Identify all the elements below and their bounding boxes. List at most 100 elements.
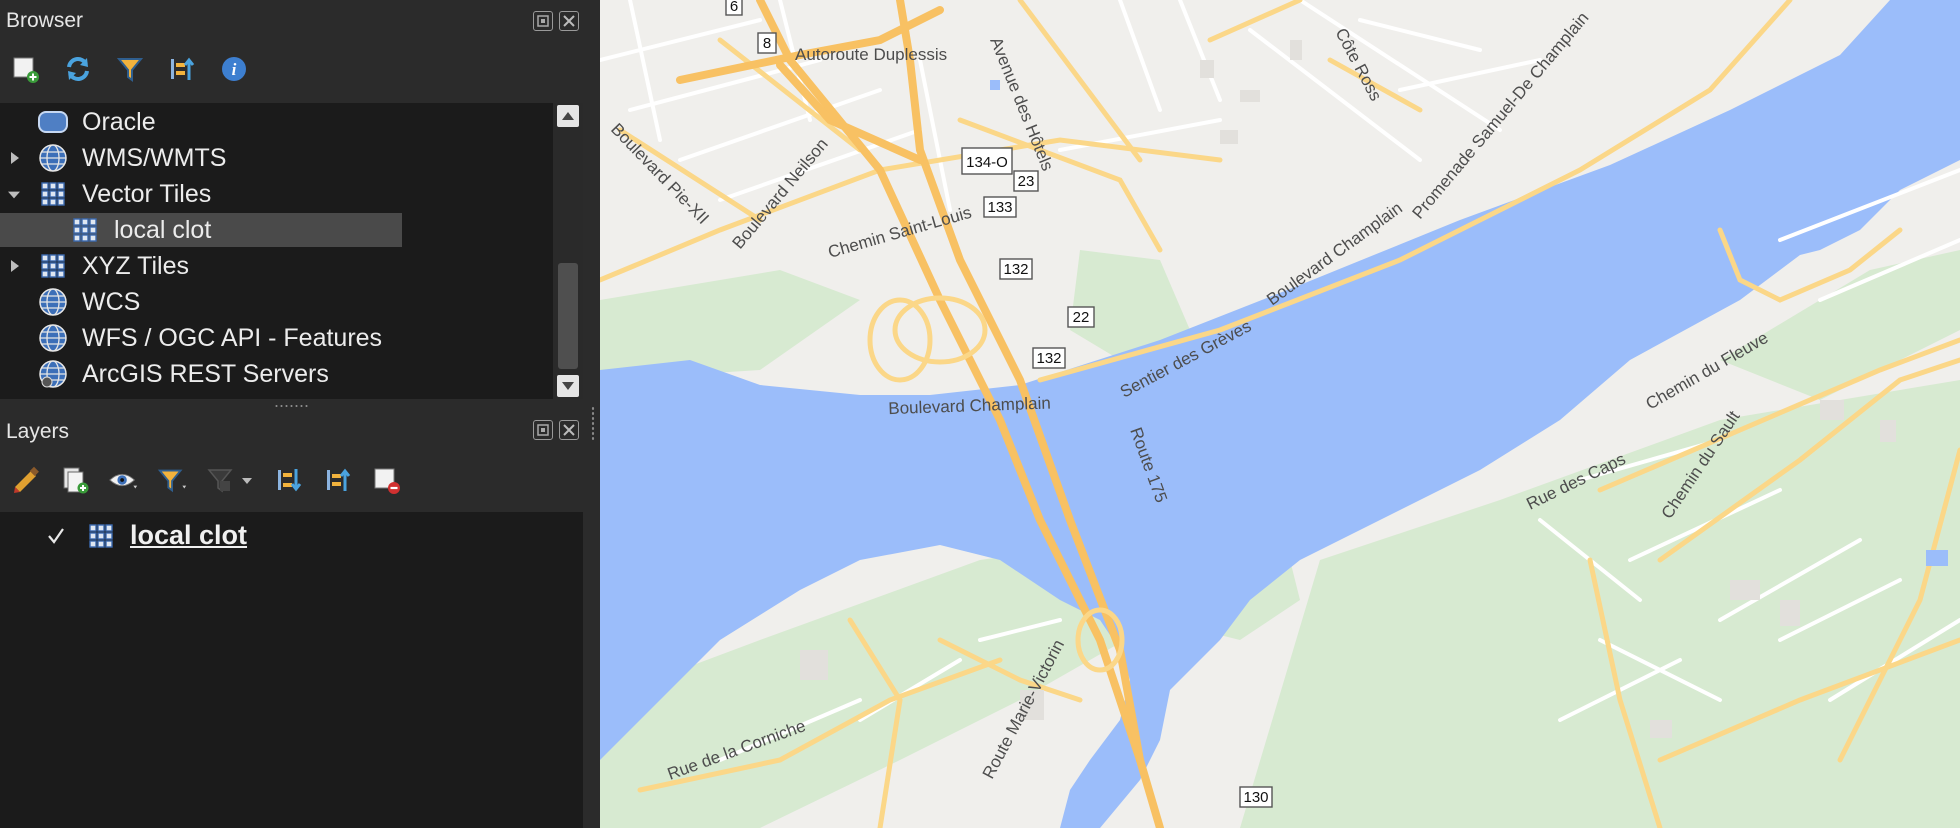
svg-text:22: 22 — [1073, 309, 1090, 326]
browser-item-label: WMS/WMTS — [82, 143, 227, 172]
database-icon — [38, 107, 68, 137]
browser-panel-title: Browser — [6, 9, 84, 32]
expand-all-icon — [278, 469, 302, 492]
collapse-all-icon — [327, 468, 351, 491]
properties-button[interactable]: i — [218, 53, 250, 85]
svg-text:133: 133 — [987, 199, 1012, 216]
browser-tree: Oracle WMS/WMTS Vector Tiles local clot … — [0, 103, 583, 399]
collapse-all-layers-button[interactable] — [322, 464, 354, 496]
route-shield-134-o: 134-O — [961, 147, 1013, 175]
browser-item-arcgis[interactable]: ArcGIS REST Servers — [0, 356, 560, 392]
browser-float-button[interactable] — [533, 11, 553, 31]
add-layer-button[interactable] — [10, 53, 42, 85]
expand-arrow-icon[interactable] — [9, 260, 21, 272]
svg-text:132: 132 — [1036, 350, 1061, 367]
svg-text:6: 6 — [730, 0, 738, 15]
remove-layer-icon — [374, 468, 400, 494]
add-layer-icon — [13, 57, 39, 83]
left-dock: Browser i Oracle WMS/WMTS Vector Tiles l… — [0, 0, 600, 828]
globe-icon — [38, 287, 68, 317]
layers-toolbar — [10, 464, 403, 496]
route-shield-133: 133 — [983, 196, 1017, 218]
resize-grip — [591, 406, 595, 440]
browser-item-oracle[interactable]: Oracle — [0, 104, 560, 140]
browser-close-button[interactable] — [559, 11, 579, 31]
grid-icon — [38, 179, 68, 209]
browser-item-xyz-tiles[interactable]: XYZ Tiles — [0, 248, 560, 284]
globe-icon — [38, 359, 68, 389]
expression-filter-icon — [207, 469, 252, 493]
layer-label: local clot — [130, 520, 248, 550]
close-icon — [563, 15, 575, 27]
svg-text:132: 132 — [1003, 261, 1028, 278]
route-shield-6: 6 — [725, 0, 743, 16]
browser-item-label: Oracle — [82, 107, 156, 136]
collapse-arrow-icon[interactable] — [8, 189, 20, 201]
filter-button[interactable] — [114, 53, 146, 85]
browser-item-label: local clot — [114, 215, 212, 244]
browser-item-label: WFS / OGC API - Features — [82, 323, 383, 352]
map-canvas[interactable]: Autoroute Duplessis Avenue des Hôtels Cô… — [600, 0, 1960, 828]
map-tiles: Autoroute Duplessis Avenue des Hôtels Cô… — [600, 0, 1960, 828]
layers-panel-title: Layers — [6, 420, 70, 443]
add-group-icon — [63, 467, 89, 494]
browser-item-wfs[interactable]: WFS / OGC API - Features — [0, 320, 560, 356]
layers-tree: local clot — [0, 512, 583, 828]
layers-close-button[interactable] — [559, 420, 579, 440]
filter-legend-icon — [157, 469, 187, 493]
info-icon: i — [222, 57, 246, 81]
browser-item-wms-wmts[interactable]: WMS/WMTS — [0, 140, 560, 176]
browser-item-wcs[interactable]: WCS — [0, 284, 560, 320]
browser-item-label: WCS — [82, 287, 141, 316]
route-shield-8: 8 — [757, 32, 777, 54]
collapse-all-icon — [171, 57, 195, 80]
globe-icon — [38, 143, 68, 173]
browser-item-vector-tiles[interactable]: Vector Tiles — [0, 176, 560, 212]
scroll-thumb[interactable] — [558, 263, 578, 369]
grid-icon — [86, 521, 116, 551]
browser-item-local-clot[interactable]: local clot — [0, 212, 560, 248]
collapse-all-button[interactable] — [166, 53, 198, 85]
panel-splitter[interactable] — [0, 399, 600, 415]
street-label-autoroute-duplessis: Autoroute Duplessis — [795, 45, 947, 64]
browser-scrollbar[interactable] — [553, 103, 583, 399]
chevron-down-icon — [562, 382, 574, 390]
browser-item-label: Vector Tiles — [82, 179, 212, 208]
add-group-button[interactable] — [59, 464, 91, 496]
filter-icon — [116, 58, 144, 82]
route-shield-132: 132 — [999, 258, 1033, 280]
float-icon — [537, 424, 549, 436]
expression-filter-button[interactable] — [206, 464, 256, 496]
svg-text:130: 130 — [1243, 789, 1268, 806]
float-icon — [537, 15, 549, 27]
visibility-eye-icon — [109, 473, 138, 489]
scroll-up-button[interactable] — [557, 105, 579, 127]
layer-item-local-clot[interactable]: local clot — [0, 516, 583, 556]
grid-icon — [38, 251, 68, 281]
remove-layer-button[interactable] — [371, 464, 403, 496]
svg-text:134-O: 134-O — [966, 154, 1008, 171]
route-shield-22: 22 — [1067, 306, 1095, 328]
pond — [1926, 550, 1948, 566]
layers-float-button[interactable] — [533, 420, 553, 440]
refresh-icon — [67, 57, 89, 81]
style-button[interactable] — [10, 464, 42, 496]
globe-icon — [38, 323, 68, 353]
expand-all-button[interactable] — [273, 464, 305, 496]
chevron-up-icon — [562, 112, 574, 120]
filter-legend-button[interactable] — [157, 464, 189, 496]
style-brush-icon — [14, 466, 39, 493]
expand-arrow-icon[interactable] — [9, 152, 21, 164]
dock-resize-handle[interactable] — [583, 0, 600, 828]
checkmark-icon — [48, 528, 64, 544]
visibility-button[interactable] — [108, 464, 140, 496]
close-icon — [563, 424, 575, 436]
browser-item-label: XYZ Tiles — [82, 251, 189, 280]
svg-text:8: 8 — [763, 35, 771, 52]
scroll-down-button[interactable] — [557, 375, 579, 397]
svg-text:i: i — [232, 60, 237, 79]
browser-item-label: ArcGIS REST Servers — [82, 359, 329, 388]
layer-visibility-checkbox[interactable] — [44, 524, 68, 548]
pond-small — [990, 80, 1000, 90]
refresh-button[interactable] — [62, 53, 94, 85]
